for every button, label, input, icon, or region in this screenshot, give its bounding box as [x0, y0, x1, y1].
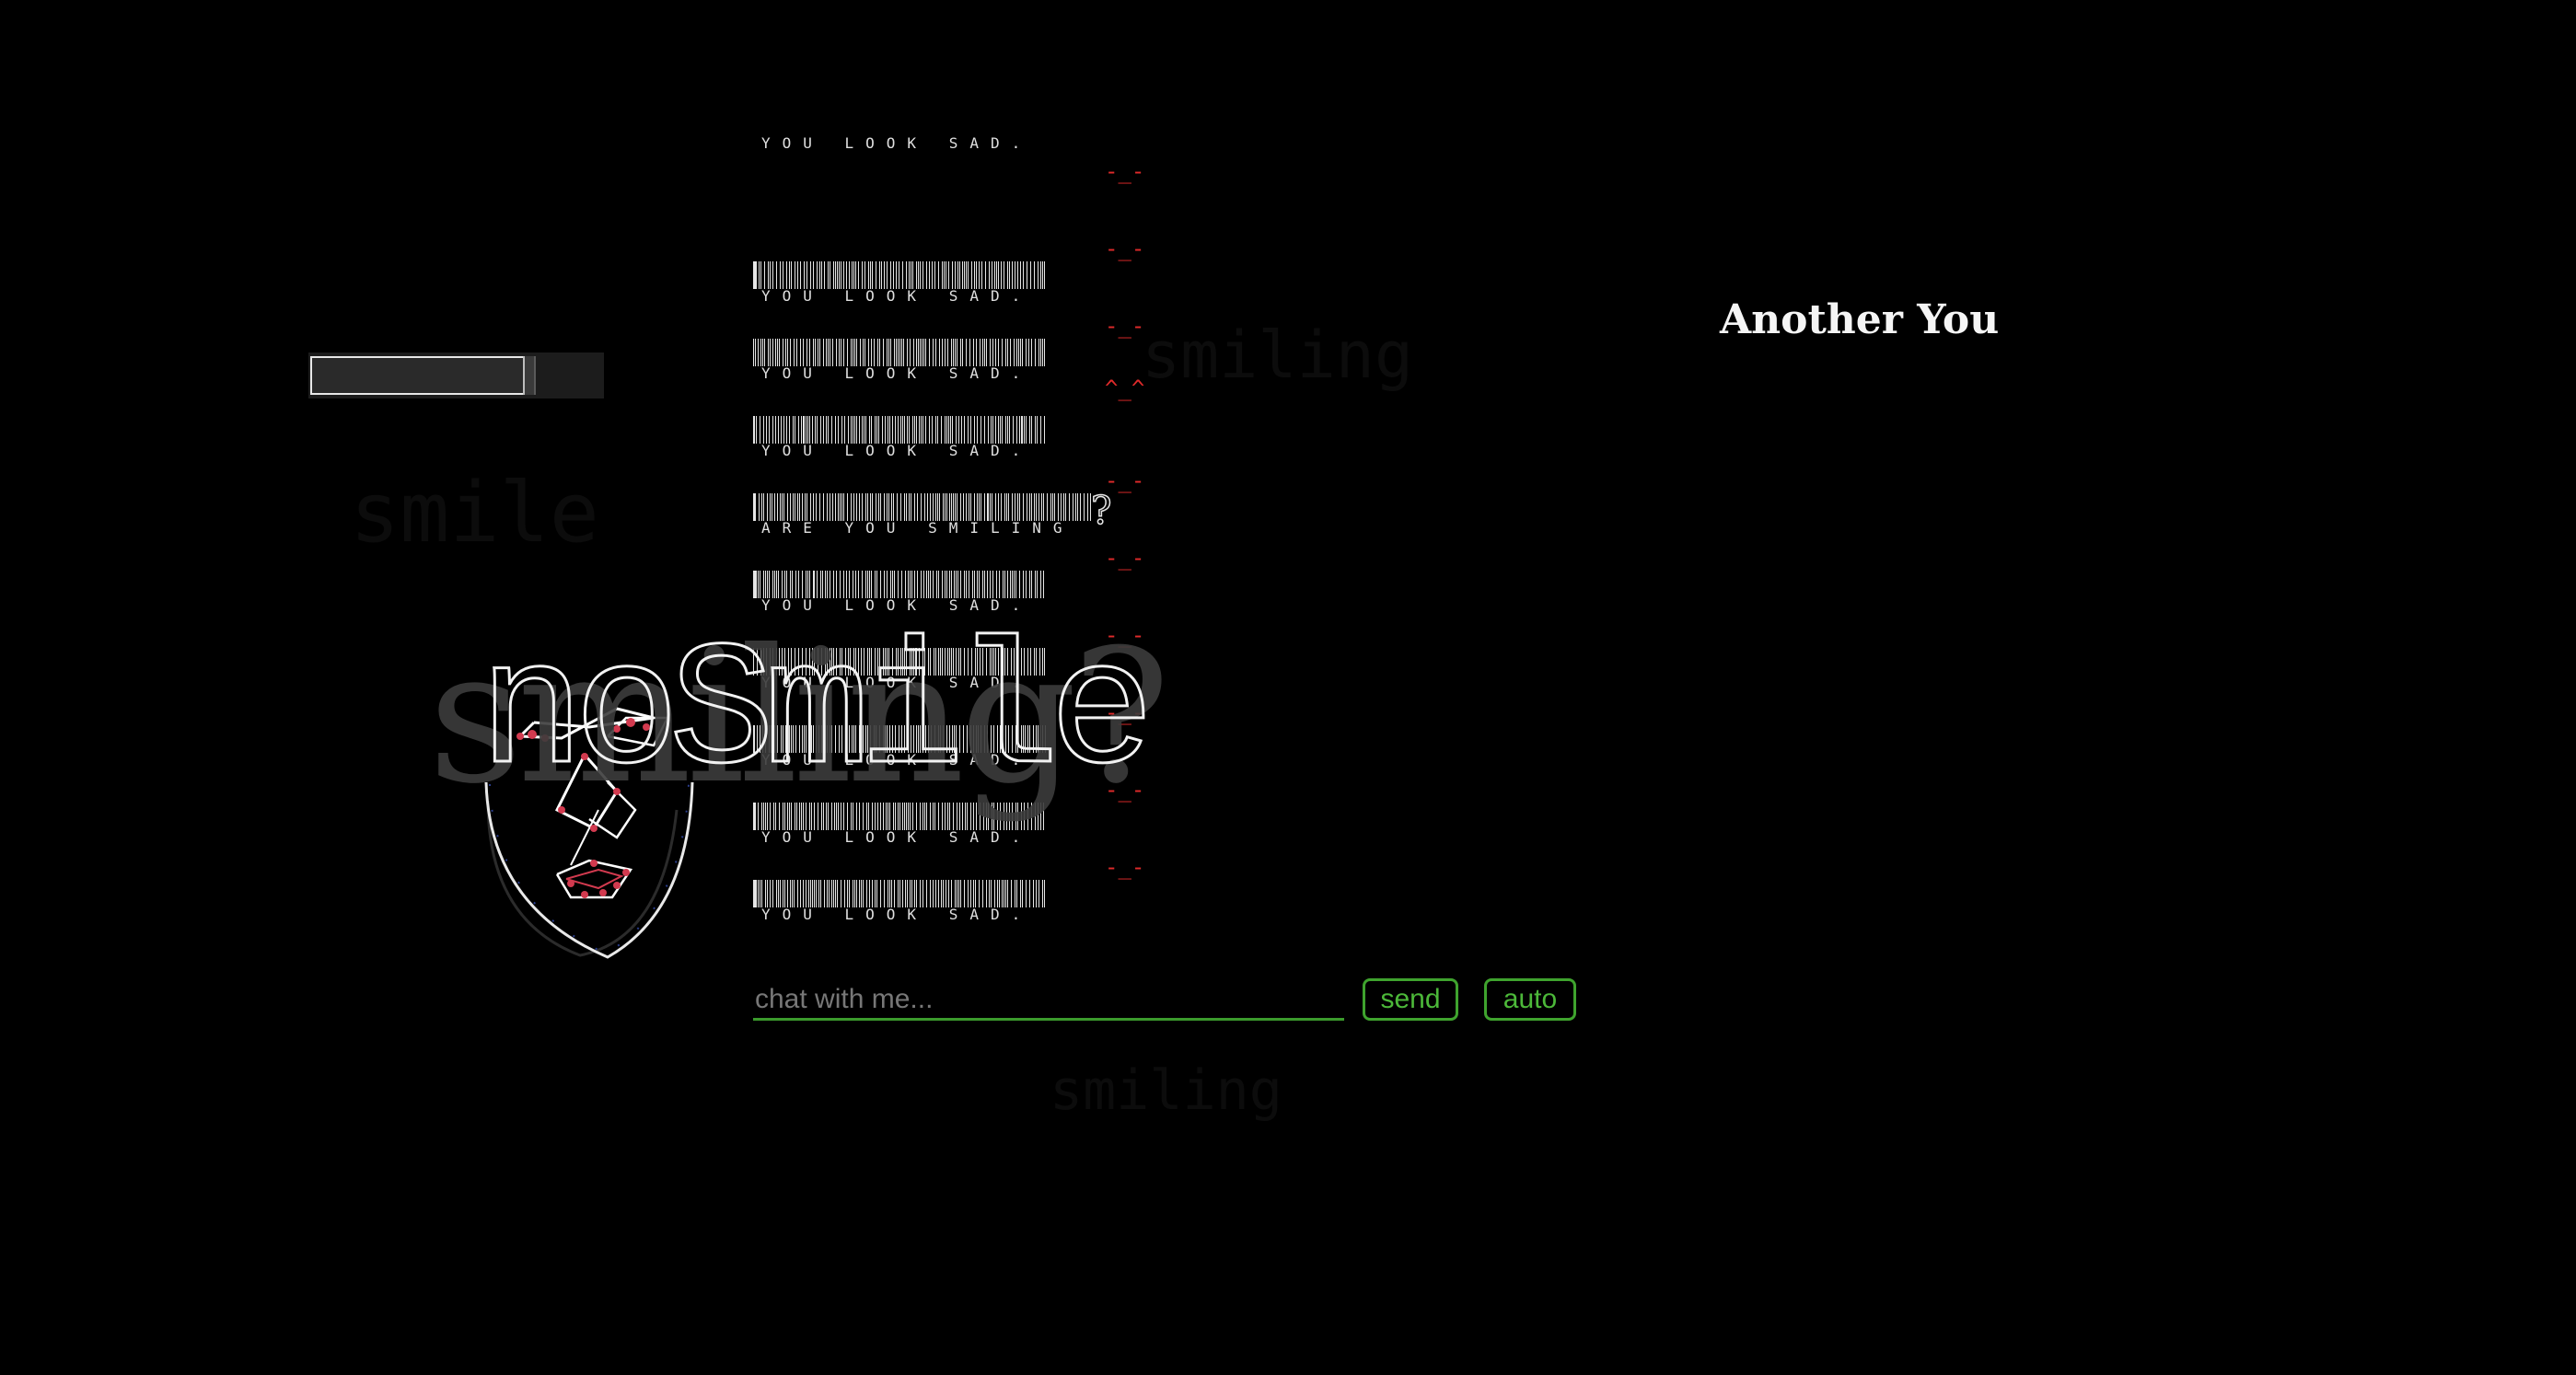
log-message: ARE YOU SMILING? -_- [750, 438, 1174, 537]
app-title: Another You [1720, 296, 2000, 343]
auto-button[interactable]: auto [1484, 978, 1576, 1021]
smile-meter-track [310, 356, 527, 395]
smile-meter[interactable] [308, 352, 604, 399]
message-log[interactable]: YOU LOOK SAD. -_- YOU LOOK SAD. -_- YOU LOOK… [750, 129, 1174, 948]
send-button[interactable]: send [1363, 978, 1458, 1021]
log-message: YOU LOOK SAD. -_- [750, 206, 1174, 305]
background-word: smiling [1142, 318, 1414, 393]
emote-face: -_- [1105, 468, 1145, 493]
smile-meter-thumb[interactable] [523, 356, 536, 395]
app-stage: smiling smile smiling YOU LOOK SAD. -_- Y [0, 0, 2576, 1375]
message-caption: YOU LOOK SAD. [761, 134, 1033, 152]
no-smile-outline-text: noSmile [478, 614, 1157, 815]
emote-face: -_- [1105, 236, 1145, 261]
emote-face: ^_^ [1105, 376, 1145, 401]
emote-face: -_- [1105, 545, 1145, 571]
emote-face: -_- [1105, 158, 1145, 184]
log-message: YOU LOOK SAD. -_- [750, 129, 1174, 202]
chat-input[interactable] [753, 980, 1344, 1021]
log-message: YOU LOOK SAD. ^_^ [750, 361, 1174, 459]
emote-face: -_- [1105, 313, 1145, 339]
log-message: YOU LOOK SAD. -_- [750, 825, 1174, 923]
log-message: YOU LOOK SAD. -_- [750, 515, 1174, 614]
emote-face: -_- [1105, 854, 1145, 880]
background-word: smiling [1050, 1058, 1282, 1123]
log-message: YOU LOOK SAD. -_- [750, 283, 1174, 382]
background-word: smile [350, 465, 599, 561]
log-message: YOU LOOK SAD. [750, 902, 1174, 948]
